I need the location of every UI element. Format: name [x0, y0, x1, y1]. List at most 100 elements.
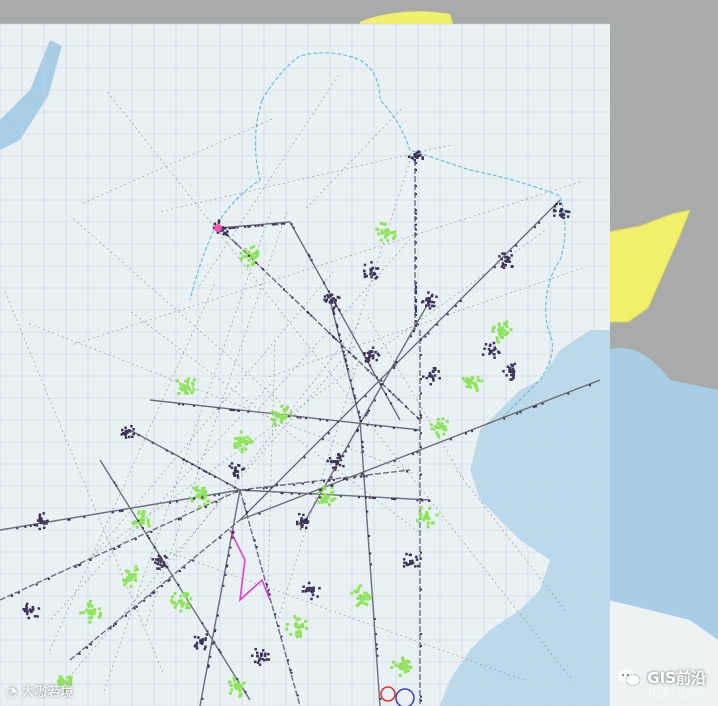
route-tick	[346, 478, 349, 481]
marker	[504, 322, 508, 326]
marker	[438, 376, 441, 380]
route-tick	[388, 390, 391, 393]
route-tick	[349, 379, 352, 382]
marker	[230, 462, 234, 465]
route-tick	[247, 489, 250, 492]
marker	[289, 632, 293, 636]
route-tick	[375, 647, 378, 650]
marker	[306, 587, 309, 590]
marker	[183, 388, 187, 392]
marker	[506, 331, 510, 335]
route-tick	[281, 492, 284, 495]
route-tick	[288, 415, 291, 418]
route-tick	[179, 570, 182, 573]
marker	[179, 382, 183, 386]
marker	[426, 525, 430, 529]
marker	[305, 626, 309, 630]
route-tick	[339, 495, 342, 498]
aviation-route-map[interactable]	[0, 0, 718, 706]
route-tick	[415, 169, 417, 172]
marker	[404, 667, 408, 671]
marker	[302, 513, 305, 517]
marker	[190, 390, 194, 394]
marker	[331, 490, 335, 494]
route-tick	[509, 250, 512, 253]
route-tick	[338, 333, 341, 336]
marker	[124, 436, 128, 439]
route-tick	[420, 644, 422, 647]
marker	[510, 369, 513, 373]
marker	[379, 221, 383, 225]
route-tick	[420, 353, 422, 356]
marker	[365, 594, 369, 598]
marker	[354, 590, 358, 594]
route-tick	[214, 475, 217, 478]
route-tick	[392, 393, 395, 396]
marker	[375, 358, 378, 362]
route-tick	[328, 290, 331, 293]
marker	[188, 388, 192, 392]
marker	[26, 612, 29, 616]
marker	[133, 521, 137, 525]
route-tick	[515, 244, 518, 247]
route-tick	[371, 496, 374, 499]
marker	[265, 658, 269, 661]
marker	[333, 301, 337, 304]
route-tick	[257, 224, 260, 227]
marker	[505, 374, 508, 377]
marker	[256, 654, 259, 658]
marker	[496, 339, 500, 343]
route-tick	[262, 487, 265, 490]
marker	[88, 620, 92, 624]
route-tick	[415, 233, 417, 236]
route-tick	[427, 332, 430, 335]
marker	[432, 301, 436, 304]
marker	[195, 495, 199, 499]
route-tick	[296, 694, 299, 697]
marker	[301, 590, 305, 593]
marker	[470, 376, 474, 380]
route-tick	[236, 226, 239, 229]
marker	[179, 594, 183, 598]
marker	[198, 489, 202, 493]
marker	[234, 466, 237, 469]
route-tick	[153, 546, 156, 549]
marker	[429, 373, 432, 377]
marker	[442, 432, 446, 436]
marker	[403, 670, 407, 674]
marker	[234, 437, 238, 441]
route-tick	[267, 589, 270, 592]
marker	[338, 463, 342, 467]
camera-watermark-icon: ◔	[6, 685, 18, 700]
marker	[419, 506, 423, 510]
marker	[413, 158, 416, 162]
route-tick	[415, 162, 417, 165]
route-tick	[111, 511, 114, 514]
marker	[206, 499, 210, 503]
route-tick	[415, 285, 417, 288]
marker	[362, 597, 366, 601]
route-tick	[420, 695, 422, 698]
map-screen[interactable]: ◔ 大嗷若境 GIS前沿 Dieldake	[0, 0, 718, 706]
route-tick	[588, 384, 591, 387]
marker	[302, 585, 305, 588]
marker	[385, 230, 389, 234]
watermark-left-text: 大嗷若境	[21, 685, 74, 700]
route-tick	[353, 476, 356, 479]
marker	[233, 474, 237, 477]
marker	[510, 378, 514, 381]
marker	[363, 263, 367, 267]
marker	[357, 601, 361, 605]
marker	[305, 518, 308, 521]
route-tick	[365, 357, 368, 360]
marker	[513, 362, 517, 366]
marker	[46, 519, 49, 523]
marker	[186, 601, 190, 605]
route-tick	[415, 320, 417, 323]
route-tick	[90, 643, 93, 646]
route-tick	[367, 361, 370, 364]
marker	[336, 456, 339, 460]
marker	[38, 527, 41, 531]
route-tick	[192, 404, 195, 407]
marker	[238, 694, 242, 698]
